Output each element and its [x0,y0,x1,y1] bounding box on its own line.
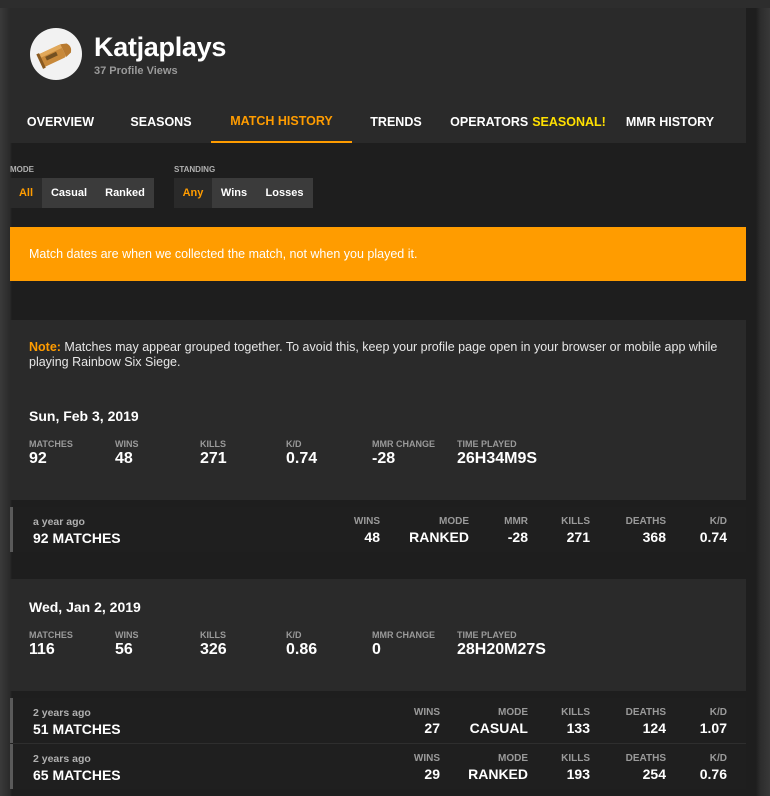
session-when: a year ago [33,516,85,528]
note-label: Note: [29,340,61,354]
profile-name: Katjaplays [94,32,227,62]
tab-seasons[interactable]: SEASONS [111,100,211,143]
stat-wins: WINS 56 [115,630,139,658]
notice-banner: Match dates are when we collected the ma… [10,227,746,281]
tab-overview[interactable]: OVERVIEW [10,100,111,143]
session-deaths: DEATHS 124 [625,707,666,736]
avatar[interactable] [30,28,82,80]
session-kd: K/D 0.74 [699,516,727,545]
session-kills: KILLS 193 [561,753,590,782]
standing-filter: Any Wins Losses [174,178,313,208]
stat-mmr-change: MMR CHANGE 0 [372,630,435,658]
tab-match-history[interactable]: MATCH HISTORY [211,100,352,143]
session-wins: WINS 48 [353,516,380,545]
session-kd: K/D 0.76 [699,753,727,782]
tab-mmr-history[interactable]: MMR HISTORY [616,100,724,143]
mode-all-button[interactable]: All [10,178,42,208]
top-banner [0,0,770,8]
bullet-icon [36,43,72,69]
session-count: 65 MATCHES [33,767,121,783]
session-kills: KILLS 133 [561,707,590,736]
nav-tabs: OVERVIEW SEASONS MATCH HISTORY TRENDS OP… [10,100,746,143]
session-count: 51 MATCHES [33,721,121,737]
session-wins: WINS 27 [413,707,440,736]
standing-losses-button[interactable]: Losses [256,178,313,208]
stat-matches: MATCHES 92 [29,439,73,467]
mode-filter: All Casual Ranked [10,178,154,208]
session-mode: MODE RANKED [409,516,469,545]
stat-kd: K/D 0.86 [286,630,318,658]
day-date: Wed, Jan 2, 2019 [29,599,141,615]
session-when: 2 years ago [33,707,91,719]
note-body: Matches may appear grouped together. To … [29,340,718,369]
session-count: 92 MATCHES [33,530,121,546]
day-card: Note: Matches may appear grouped togethe… [10,320,746,500]
tab-operators-label: OPERATORS [450,114,529,129]
session-mmr: MMR -28 [504,516,528,545]
table-row[interactable]: 2 years ago 51 MATCHES WINS 27 MODE CASU… [10,698,746,743]
profile-views: 37 Profile Views [94,65,178,77]
stat-kills: KILLS 271 [200,439,227,467]
session-mode: MODE RANKED [468,753,528,782]
grouping-note: Note: Matches may appear grouped togethe… [29,340,729,370]
session-deaths: DEATHS 368 [625,516,666,545]
tab-operators[interactable]: OPERATORS SEASONAL! [440,100,616,143]
tab-trends[interactable]: TRENDS [352,100,440,143]
mode-filter-label: MODE [10,165,34,174]
session-wins: WINS 29 [413,753,440,782]
stat-time-played: TIME PLAYED 28H20M27S [457,630,546,658]
session-kd: K/D 1.07 [699,707,727,736]
stat-kd: K/D 0.74 [286,439,318,467]
table-row[interactable]: a year ago 92 MATCHES WINS 48 MODE RANKE… [10,507,746,552]
mode-ranked-button[interactable]: Ranked [96,178,154,208]
stat-wins: WINS 48 [115,439,139,467]
day-card: Wed, Jan 2, 2019 MATCHES 116 WINS 56 KIL… [10,579,746,691]
day-date: Sun, Feb 3, 2019 [29,408,139,424]
session-when: 2 years ago [33,753,91,765]
standing-filter-label: STANDING [174,165,216,174]
standing-any-button[interactable]: Any [174,178,212,208]
profile-header: Katjaplays 37 Profile Views OVERVIEW SEA… [10,8,746,143]
mode-casual-button[interactable]: Casual [42,178,96,208]
table-row[interactable]: 2 years ago 65 MATCHES WINS 29 MODE RANK… [10,744,746,789]
stat-time-played: TIME PLAYED 26H34M9S [457,439,538,467]
session-mode: MODE CASUAL [469,707,528,736]
stat-mmr-change: MMR CHANGE -28 [372,439,435,467]
standing-wins-button[interactable]: Wins [212,178,256,208]
session-deaths: DEATHS 254 [625,753,666,782]
stat-matches: MATCHES 116 [29,630,73,658]
seasonal-badge: SEASONAL! [532,114,606,129]
session-kills: KILLS 271 [561,516,590,545]
stat-kills: KILLS 326 [200,630,227,658]
